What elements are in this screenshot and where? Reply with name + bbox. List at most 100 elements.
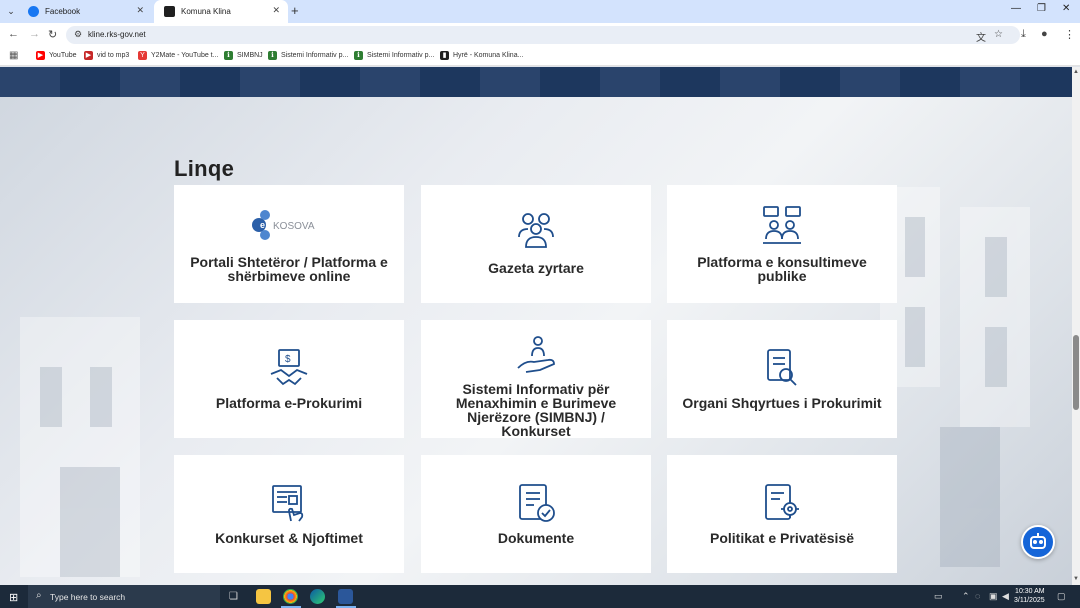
network-icon[interactable]: ◌ <box>975 591 980 601</box>
apps-grid-icon[interactable]: ▦ <box>9 50 18 61</box>
bookmark-sistemi-informativ-1[interactable]: ℹ Sistemi Informativ p... <box>268 51 348 60</box>
svg-text:e: e <box>260 220 265 230</box>
translate-icon[interactable]: 文 <box>976 29 986 44</box>
search-icon: ⌕ <box>36 590 42 601</box>
tab-strip: ⌄ Facebook ✕ Komuna Klina ✕ + — ❐ ✕ <box>0 0 1080 23</box>
bookmark-label: Sistemi Informativ p... <box>367 52 435 59</box>
document-search-icon <box>767 349 797 386</box>
section-title: Linqe <box>174 156 235 181</box>
url-text[interactable]: klinе.rks-gov.net <box>88 30 146 39</box>
chat-assistant-button[interactable] <box>1021 525 1055 559</box>
consultation-icon <box>763 206 801 244</box>
document-gear-icon <box>765 484 799 520</box>
chatbot-icon <box>1030 533 1046 549</box>
tab-title: Facebook <box>45 7 81 16</box>
notifications-icon[interactable]: ▢ <box>1057 591 1066 602</box>
download-icon[interactable]: ⤓ <box>1021 28 1026 41</box>
scroll-down-icon[interactable]: ▼ <box>1072 576 1080 582</box>
taskbar-search[interactable]: ⌕ Type here to search <box>28 585 220 608</box>
word-icon[interactable] <box>338 589 353 604</box>
bookmark-sistemi-informativ-2[interactable]: ℹ Sistemi Informativ p... <box>354 51 434 60</box>
minimize-icon[interactable]: — <box>1011 3 1021 14</box>
page-scrollbar[interactable] <box>1072 67 1080 585</box>
tab-facebook[interactable]: Facebook ✕ <box>18 0 152 23</box>
new-tab-button[interactable]: + <box>291 3 299 18</box>
bookmark-simbnj[interactable]: ℹ SIMBNJ <box>224 51 263 60</box>
bookmarks-bar: ▦ ▶ YouTube ▶ vid to mp3 Y Y2Mate - YouT… <box>0 47 1080 66</box>
windows-start-icon[interactable]: ⊞ <box>9 591 18 604</box>
vidtomp3-icon: ▶ <box>84 51 93 60</box>
volume-icon[interactable]: ◀ <box>1002 591 1009 602</box>
omnibox[interactable]: ⚙ klinе.rks-gov.net 文 ☆ <box>66 26 1020 44</box>
link-card-politikat-privatesise[interactable]: Politikat e Privatësisë <box>667 455 897 573</box>
card-label: Portali Shtetëror / Platforma e shërbime… <box>190 254 388 284</box>
task-view-icon[interactable]: ❏ <box>229 591 238 602</box>
forward-icon[interactable]: → <box>29 28 40 40</box>
card-label: Organi Shqyrtues i Prokurimit <box>682 395 882 411</box>
bookmark-label: SIMBNJ <box>237 52 263 59</box>
facebook-favicon-icon <box>28 6 39 17</box>
link-card-gazeta-zyrtare[interactable]: Gazeta zyrtare <box>421 185 651 303</box>
link-card-konkurset-njoftimet[interactable]: Konkurset & Njoftimet <box>174 455 404 573</box>
scroll-up-icon[interactable]: ▲ <box>1072 69 1080 75</box>
tab-search-icon[interactable]: ⌄ <box>4 4 18 18</box>
show-hidden-icons-icon[interactable]: ⌃ <box>962 591 970 602</box>
windows-taskbar: ⊞ ⌕ Type here to search ❏ ▭ ⌃ ◌ ▣ ◀ 10:3… <box>0 585 1080 608</box>
profile-icon[interactable]: ● <box>1041 28 1048 40</box>
document-check-icon <box>519 484 555 522</box>
card-label: Platforma e konsultimeve publike <box>697 254 867 284</box>
menu-kebab-icon[interactable]: ⋮ <box>1064 28 1075 41</box>
bookmark-youtube[interactable]: ▶ YouTube <box>36 51 77 60</box>
link-card-konsultime-publike[interactable]: Platforma e konsultimeve publike <box>667 185 897 303</box>
chrome-icon[interactable] <box>283 589 298 604</box>
close-window-icon[interactable]: ✕ <box>1062 3 1070 14</box>
reload-icon[interactable]: ↻ <box>48 28 57 41</box>
simbnj-icon: ℹ <box>268 51 277 60</box>
bookmark-y2mate[interactable]: Y Y2Mate - YouTube t... <box>138 51 218 60</box>
card-label: Platforma e-Prokurimi <box>215 395 363 411</box>
address-bar-row: ← → ↻ ⚙ klinе.rks-gov.net 文 ☆ ⤓ ● ⋮ <box>0 23 1080 47</box>
card-label: Sistemi Informativ për Menaxhimin e Buri… <box>455 381 617 439</box>
link-card-portali-shteteror[interactable]: e KOSOVA Portali Shtetëror / Platforma e… <box>174 185 404 303</box>
edge-icon[interactable] <box>310 589 325 604</box>
bookmark-label: Hyrë - Komuna Klina... <box>453 52 524 59</box>
y2mate-icon: Y <box>138 51 147 60</box>
svg-text:$: $ <box>285 354 291 365</box>
taskbar-clock[interactable]: 10:30 AM 3/11/2025 <box>1014 587 1045 605</box>
link-card-organi-shqyrtues[interactable]: Organi Shqyrtues i Prokurimit <box>667 320 897 438</box>
taskbar-search-placeholder: Type here to search <box>50 592 126 602</box>
clock-date: 3/11/2025 <box>1014 597 1045 604</box>
hero-image-strip <box>0 67 1072 97</box>
keyboard-icon[interactable]: ▭ <box>934 591 943 602</box>
card-label: Dokumente <box>497 530 575 546</box>
bookmark-label: Sistemi Informativ p... <box>281 52 349 59</box>
link-card-e-prokurimi[interactable]: $ Platforma e-Prokurimi <box>174 320 404 438</box>
bookmark-star-icon[interactable]: ☆ <box>994 29 1003 40</box>
page-viewport: Linqe e KOSOVA Portali Shtetëror / Platf… <box>0 67 1072 585</box>
komuna-icon: ▮ <box>440 51 449 60</box>
scrollbar-thumb[interactable] <box>1073 335 1079 410</box>
close-tab-icon[interactable]: ✕ <box>272 5 280 16</box>
file-explorer-icon[interactable] <box>256 589 271 604</box>
link-card-simbnj-konkurset[interactable]: Sistemi Informativ për Menaxhimin e Buri… <box>421 320 651 438</box>
back-icon[interactable]: ← <box>8 28 19 40</box>
site-info-icon[interactable]: ⚙ <box>74 29 82 40</box>
ekosova-logo: e KOSOVA <box>252 210 315 240</box>
bookmark-label: Y2Mate - YouTube t... <box>151 52 219 59</box>
youtube-icon: ▶ <box>36 51 45 60</box>
simbnj-icon: ℹ <box>224 51 233 60</box>
tab-komuna-klina[interactable]: Komuna Klina ✕ <box>154 0 288 23</box>
people-group-icon <box>518 213 554 248</box>
bookmark-label: YouTube <box>49 52 77 59</box>
bookmark-komuna-klina[interactable]: ▮ Hyrë - Komuna Klina... <box>440 51 523 60</box>
hand-person-icon <box>517 336 555 373</box>
display-icon[interactable]: ▣ <box>989 591 998 602</box>
bookmark-label: vid to mp3 <box>97 52 130 59</box>
close-tab-icon[interactable]: ✕ <box>136 5 144 16</box>
restore-icon[interactable]: ❐ <box>1037 3 1046 14</box>
bookmark-vid-to-mp3[interactable]: ▶ vid to mp3 <box>84 51 129 60</box>
simbnj-icon: ℹ <box>354 51 363 60</box>
card-label: Politikat e Privatësisë <box>710 530 854 546</box>
link-card-dokumente[interactable]: Dokumente <box>421 455 651 573</box>
svg-text:KOSOVA: KOSOVA <box>273 221 315 232</box>
